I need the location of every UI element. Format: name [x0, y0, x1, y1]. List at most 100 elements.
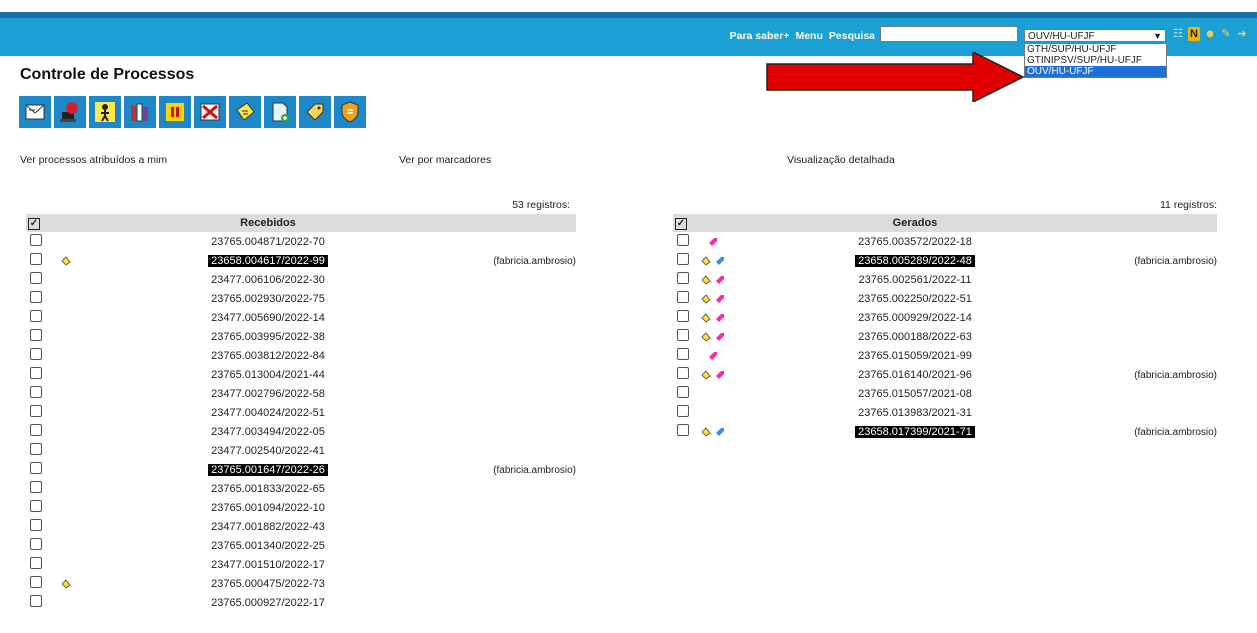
- select-all-checkbox[interactable]: ✓: [28, 217, 40, 230]
- table-row[interactable]: 23477.002540/2022-41: [26, 441, 576, 460]
- process-number-link[interactable]: 23477.001882/2022-43: [208, 521, 328, 533]
- row-checkbox[interactable]: [677, 405, 689, 417]
- row-checkbox[interactable]: [677, 272, 689, 284]
- annotation-note-icon[interactable]: [701, 331, 711, 342]
- row-checkbox[interactable]: [30, 595, 42, 607]
- process-number-link[interactable]: 23765.001340/2022-25: [208, 540, 328, 552]
- annotation-note-icon[interactable]: [61, 255, 71, 266]
- new-document-button[interactable]: [264, 96, 296, 128]
- table-row[interactable]: 23765.015059/2021-99: [673, 346, 1217, 365]
- assigned-user[interactable]: (fabricia.ambrosio): [493, 465, 576, 476]
- process-number-link[interactable]: 23477.005690/2022-14: [208, 312, 328, 324]
- process-number-link[interactable]: 23765.001094/2022-10: [208, 502, 328, 514]
- row-checkbox[interactable]: [30, 329, 42, 341]
- process-number-link[interactable]: 23477.001510/2022-17: [208, 559, 328, 571]
- assigned-user[interactable]: (fabricia.ambrosio): [1134, 427, 1217, 438]
- exit-icon[interactable]: ➜: [1236, 27, 1248, 41]
- process-number-link[interactable]: 23765.000475/2022-73: [208, 578, 328, 590]
- notes-icon[interactable]: N: [1188, 27, 1200, 41]
- table-row[interactable]: 23765.001094/2022-10: [26, 498, 576, 517]
- row-checkbox[interactable]: [30, 253, 42, 265]
- tools-icon[interactable]: ✎: [1220, 27, 1232, 41]
- process-number-link[interactable]: 23765.002561/2022-11: [856, 274, 975, 286]
- process-number-link[interactable]: 23658.005289/2022-48: [855, 254, 975, 267]
- annotation-note-icon[interactable]: [701, 255, 711, 266]
- marker-tag-icon[interactable]: [715, 427, 725, 437]
- by-markers-link[interactable]: Ver por marcadores: [399, 154, 491, 166]
- row-checkbox[interactable]: [677, 234, 689, 246]
- remove-button[interactable]: [194, 96, 226, 128]
- marker-tag-icon[interactable]: [708, 351, 718, 361]
- row-checkbox[interactable]: [677, 424, 689, 436]
- marker-tag-icon[interactable]: [715, 275, 725, 285]
- row-checkbox[interactable]: [30, 291, 42, 303]
- process-number-link[interactable]: 23765.003572/2022-18: [855, 236, 975, 248]
- row-checkbox[interactable]: [30, 443, 42, 455]
- process-number-link[interactable]: 23765.016140/2021-96: [855, 369, 975, 381]
- row-checkbox[interactable]: [30, 310, 42, 322]
- row-checkbox[interactable]: [677, 386, 689, 398]
- shield-button[interactable]: [334, 96, 366, 128]
- table-row[interactable]: 23477.006106/2022-30: [26, 270, 576, 289]
- table-row[interactable]: 23765.001340/2022-25: [26, 536, 576, 555]
- row-checkbox[interactable]: [677, 348, 689, 360]
- table-row[interactable]: 23765.002250/2022-51: [673, 289, 1217, 308]
- table-row[interactable]: 23765.004871/2022-70: [26, 232, 576, 251]
- process-number-link[interactable]: 23765.000929/2022-14: [855, 312, 975, 324]
- table-row[interactable]: 23765.015057/2021-08: [673, 384, 1217, 403]
- table-row[interactable]: 23765.002930/2022-75: [26, 289, 576, 308]
- table-row[interactable]: 23765.013004/2021-44: [26, 365, 576, 384]
- annotation-note-icon[interactable]: [701, 369, 711, 380]
- row-checkbox[interactable]: [30, 386, 42, 398]
- process-number-link[interactable]: 23765.013004/2021-44: [208, 369, 328, 381]
- process-number-link[interactable]: 23765.001833/2022-65: [208, 483, 328, 495]
- table-row[interactable]: 23477.001882/2022-43: [26, 517, 576, 536]
- process-number-link[interactable]: 23765.015059/2021-99: [855, 350, 975, 362]
- process-number-link[interactable]: 23477.003494/2022-05: [208, 426, 328, 438]
- process-number-link[interactable]: 23765.003812/2022-84: [208, 350, 328, 362]
- process-number-link[interactable]: 23658.017399/2021-71: [855, 425, 975, 438]
- table-row[interactable]: 23765.002561/2022-11: [673, 270, 1217, 289]
- marker-button[interactable]: [299, 96, 331, 128]
- table-row[interactable]: 23765.003812/2022-84: [26, 346, 576, 365]
- assigned-user[interactable]: (fabricia.ambrosio): [1134, 256, 1217, 267]
- marker-tag-icon[interactable]: [715, 332, 725, 342]
- row-checkbox[interactable]: [677, 310, 689, 322]
- table-row[interactable]: 23658.004617/2022-99 (fabricia.ambrosio): [26, 251, 576, 270]
- suspend-button[interactable]: [159, 96, 191, 128]
- table-row[interactable]: 23765.001647/2022-26 (fabricia.ambrosio): [26, 460, 576, 479]
- assigned-to-me-link[interactable]: Ver processos atribuídos a mim: [20, 154, 167, 166]
- select-all-checkbox[interactable]: ✓: [675, 217, 687, 230]
- marker-tag-icon[interactable]: [715, 370, 725, 380]
- annotation-button[interactable]: [229, 96, 261, 128]
- send-process-button[interactable]: [19, 96, 51, 128]
- marker-tag-icon[interactable]: [715, 294, 725, 304]
- update-process-button[interactable]: [54, 96, 86, 128]
- annotation-note-icon[interactable]: [701, 274, 711, 285]
- process-number-link[interactable]: 23765.002250/2022-51: [855, 293, 975, 305]
- table-row[interactable]: 23658.005289/2022-48 (fabricia.ambrosio): [673, 251, 1217, 270]
- process-number-link[interactable]: 23765.001647/2022-26: [208, 463, 328, 476]
- process-number-link[interactable]: 23765.013983/2021-31: [855, 407, 975, 419]
- row-checkbox[interactable]: [30, 234, 42, 246]
- unit-option[interactable]: GTINIPSV/SUP/HU-UFJF: [1025, 55, 1166, 66]
- process-number-link[interactable]: 23765.003995/2022-38: [208, 331, 328, 343]
- process-number-link[interactable]: 23765.000188/2022-63: [855, 331, 975, 343]
- assign-process-button[interactable]: [89, 96, 121, 128]
- row-checkbox[interactable]: [30, 481, 42, 493]
- detailed-view-link[interactable]: Visualização detalhada: [787, 154, 895, 166]
- table-row[interactable]: 23765.000927/2022-17: [26, 593, 576, 612]
- table-row[interactable]: 23765.016140/2021-96 (fabricia.ambrosio): [673, 365, 1217, 384]
- process-number-link[interactable]: 23765.015057/2021-08: [855, 388, 975, 400]
- row-checkbox[interactable]: [30, 557, 42, 569]
- process-number-link[interactable]: 23765.004871/2022-70: [208, 236, 328, 248]
- books-button[interactable]: [124, 96, 156, 128]
- table-row[interactable]: 23477.004024/2022-51: [26, 403, 576, 422]
- table-row[interactable]: 23765.013983/2021-31: [673, 403, 1217, 422]
- row-checkbox[interactable]: [30, 500, 42, 512]
- process-number-link[interactable]: 23658.004617/2022-99: [208, 254, 328, 267]
- table-row[interactable]: 23658.017399/2021-71 (fabricia.ambrosio): [673, 422, 1217, 441]
- process-number-link[interactable]: 23477.002796/2022-58: [208, 388, 328, 400]
- search-input[interactable]: [880, 26, 1018, 42]
- annotation-note-icon[interactable]: [701, 293, 711, 304]
